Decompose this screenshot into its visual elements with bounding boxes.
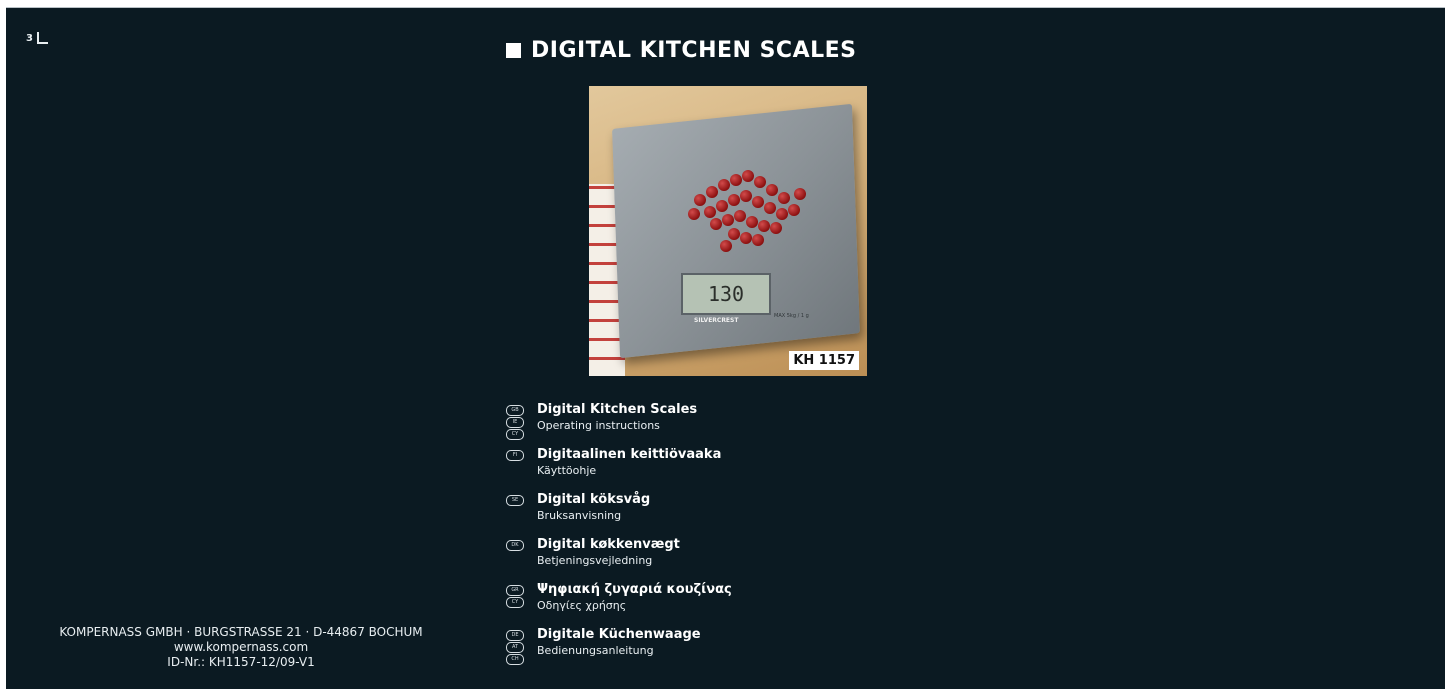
country-code-icon: IE [506, 417, 524, 428]
country-codes: DK [506, 540, 524, 551]
language-subtitle: Betjeningsvejledning [537, 554, 653, 567]
language-title: Digital køkkenvægt [537, 537, 680, 552]
page-title-text: DIGITAL KITCHEN SCALES [531, 38, 857, 63]
country-code-icon: CH [506, 654, 524, 665]
country-code-icon: DE [506, 630, 524, 641]
model-label: KH 1157 [789, 351, 859, 370]
scale-display: 130 [681, 273, 771, 315]
country-code-icon: SE [506, 495, 524, 506]
country-code-icon: FI [506, 450, 524, 461]
product-photo: 130 SILVERCREST MAX 5kg / 1 g KH 1157 [589, 86, 867, 376]
language-title: Digitale Küchenwaage [537, 627, 701, 642]
company-address-line: KOMPERNASS GMBH · BURGSTRASSE 21 · D-448… [59, 625, 423, 639]
language-title: Digitaalinen keittiövaaka [537, 447, 722, 462]
company-address: KOMPERNASS GMBH · BURGSTRASSE 21 · D-448… [46, 625, 436, 670]
language-subtitle: Bedienungsanleitung [537, 644, 654, 657]
scale-capacity-label: MAX 5kg / 1 g [774, 313, 809, 319]
page-number-text: 3 [26, 32, 33, 44]
company-website: www.kompernass.com [173, 640, 309, 654]
document-id: ID-Nr.: KH1157-12/09-V1 [167, 655, 315, 669]
country-code-icon: GR [506, 585, 524, 596]
corner-mark-icon [36, 32, 48, 44]
square-bullet-icon [506, 43, 521, 58]
language-subtitle: Operating instructions [537, 419, 660, 432]
country-code-icon: AT [506, 642, 524, 653]
country-code-icon: CY [506, 429, 524, 440]
cranberries [684, 164, 814, 254]
country-codes: GR CY [506, 585, 524, 608]
language-subtitle: Käyttöohje [537, 464, 597, 477]
language-subtitle: Οδηγίες χρήσης [537, 599, 627, 612]
country-codes: FI [506, 450, 524, 461]
country-codes: SE [506, 495, 524, 506]
language-title: Digital köksvåg [537, 492, 651, 507]
country-code-icon: GB [506, 405, 524, 416]
country-code-icon: CY [506, 597, 524, 608]
manual-cover-page: 3 DIGITAL KITCHEN SCALES 130 SILVERCREST… [6, 7, 1445, 689]
language-title: Ψηφιακή ζυγαριά κουζίνας [537, 582, 732, 597]
page-number: 3 [26, 32, 48, 44]
page-title: DIGITAL KITCHEN SCALES [506, 38, 857, 63]
country-codes: GB IE CY [506, 405, 524, 440]
language-title: Digital Kitchen Scales [537, 402, 698, 417]
scale-brand-logo: SILVERCREST [694, 317, 739, 324]
country-code-icon: DK [506, 540, 524, 551]
country-codes: DE AT CH [506, 630, 524, 665]
language-subtitle: Bruksanvisning [537, 509, 622, 522]
